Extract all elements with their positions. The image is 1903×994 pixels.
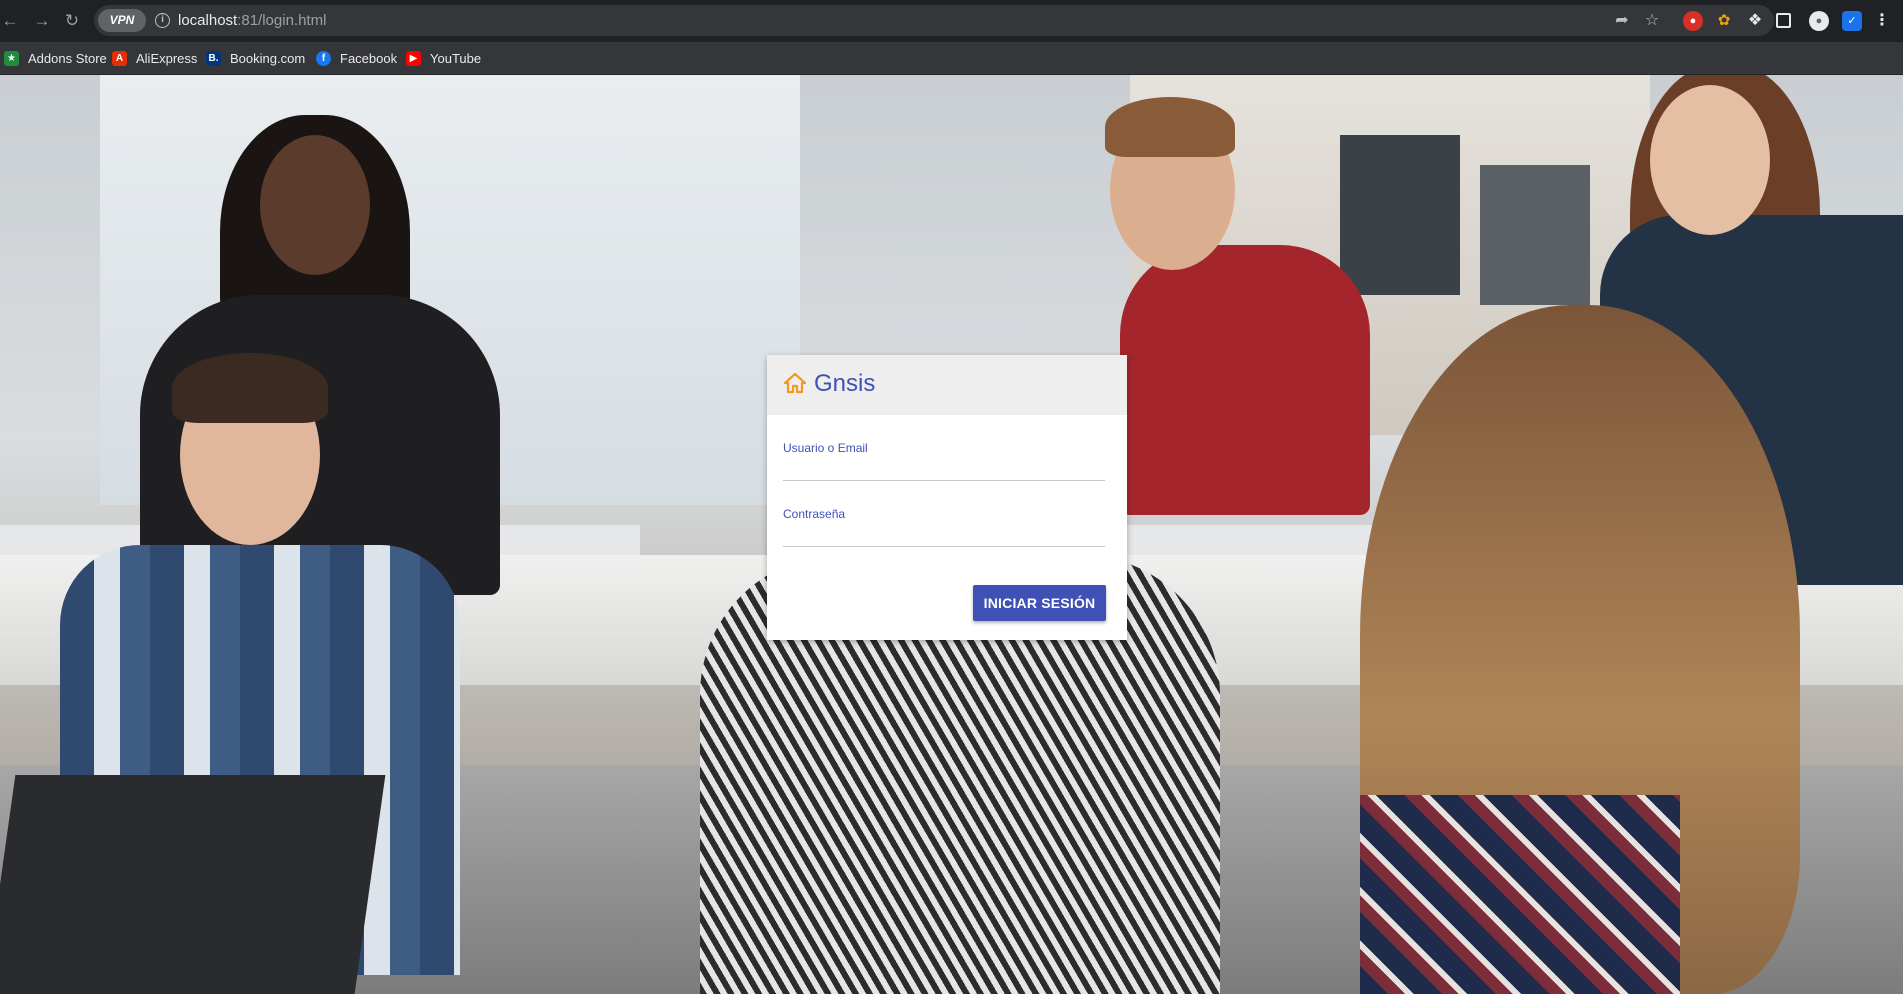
brand-title: Gnsis	[814, 370, 876, 397]
bookmark-label: AliExpress	[136, 50, 198, 66]
username-input[interactable]	[783, 453, 1105, 481]
address-bar[interactable]: VPN i localhost:81/login.html ➦ ☆	[94, 5, 1774, 36]
login-page: Gnsis Usuario o Email Contraseña INICIAR…	[0, 75, 1903, 994]
login-card: Gnsis Usuario o Email Contraseña INICIAR…	[767, 355, 1127, 640]
url-host: localhost	[178, 12, 238, 29]
url-text[interactable]: localhost:81/login.html	[178, 12, 326, 29]
url-path: :81/login.html	[237, 12, 327, 29]
youtube-icon: ▶	[406, 50, 421, 66]
bookmark-label: Facebook	[340, 50, 398, 66]
vpn-toggle[interactable]: VPN	[98, 9, 146, 32]
extension-bulb-icon[interactable]: ✿	[1714, 11, 1734, 31]
home-icon	[783, 372, 807, 394]
bookmark-label: Addons Store	[28, 50, 107, 66]
back-icon[interactable]: ←	[0, 11, 20, 31]
forward-icon[interactable]: →	[32, 11, 52, 31]
login-button[interactable]: INICIAR SESIÓN	[973, 585, 1106, 621]
bookmark-aliexpress[interactable]: A AliExpress	[112, 49, 197, 67]
menu-kebab-icon[interactable]: ⋮	[1872, 11, 1892, 31]
browser-toolbar: ← → ↻ VPN i localhost:81/login.html ➦ ☆ …	[0, 0, 1903, 42]
extension-shield-icon[interactable]: ✓	[1842, 11, 1862, 31]
password-input[interactable]	[783, 519, 1105, 547]
addons-store-icon: ★	[4, 50, 19, 66]
facebook-icon: f	[316, 50, 331, 66]
aliexpress-icon: A	[112, 50, 127, 66]
extensions-puzzle-icon[interactable]: ❖	[1745, 11, 1765, 31]
bookmark-label: YouTube	[430, 50, 482, 66]
bookmarks-bar: ★ Addons Store A AliExpress B. Booking.c…	[0, 42, 1903, 74]
extension-red-icon[interactable]: ●	[1683, 11, 1703, 31]
site-info-icon[interactable]: i	[155, 13, 170, 28]
profile-avatar-icon[interactable]: ●	[1809, 11, 1829, 31]
reload-icon[interactable]: ↻	[62, 11, 82, 31]
bookmark-addons-store[interactable]: ★ Addons Store	[4, 49, 107, 67]
bookmark-facebook[interactable]: f Facebook	[316, 49, 397, 67]
bookmark-booking[interactable]: B. Booking.com	[206, 49, 305, 67]
bookmark-star-icon[interactable]: ☆	[1642, 11, 1662, 31]
booking-icon: B.	[206, 50, 221, 66]
login-card-header: Gnsis	[767, 355, 1127, 415]
bookmark-label: Booking.com	[230, 50, 306, 66]
side-panel-icon[interactable]	[1776, 13, 1791, 28]
share-icon[interactable]: ➦	[1612, 11, 1632, 31]
bookmark-youtube[interactable]: ▶ YouTube	[406, 49, 481, 67]
